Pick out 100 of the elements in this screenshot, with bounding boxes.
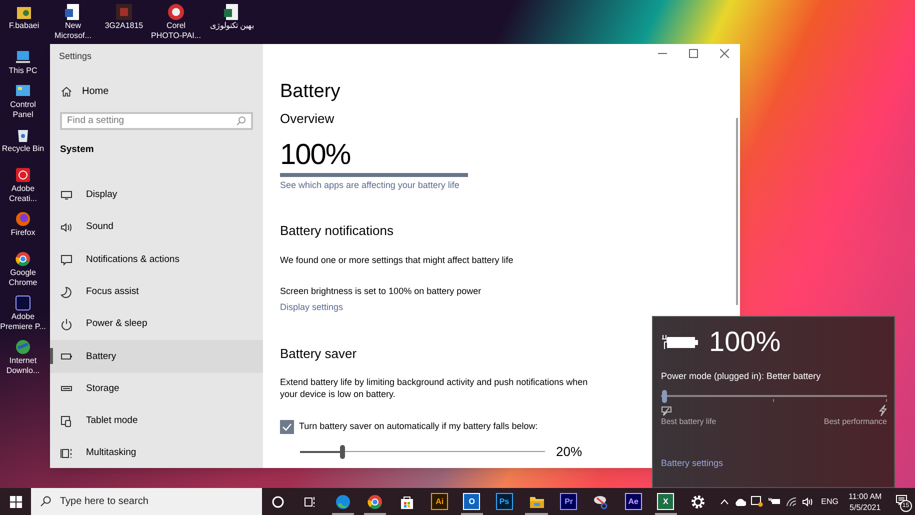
task-view-icon — [303, 494, 318, 508]
search-field[interactable]: Find a setting — [60, 112, 253, 130]
desktop-shortcut[interactable]: Adobe Premiere P... — [0, 294, 46, 332]
maximize-icon — [689, 48, 698, 58]
shopping-bag-icon — [399, 494, 416, 510]
multitasking-icon — [60, 447, 73, 460]
checkbox-label: Turn battery saver on automatically if my battery falls below: — [299, 420, 538, 434]
search-icon — [236, 116, 246, 126]
close-icon — [720, 48, 729, 58]
desktop-shortcut[interactable]: Corel PHOTO-PAI... — [150, 0, 202, 41]
plugged-battery-icon — [661, 332, 699, 352]
notification-text: We found one or more settings that might affect battery life — [280, 254, 514, 267]
section-heading: System — [59, 142, 95, 157]
clock[interactable]: 11:00 AM 5/5/2021 — [848, 490, 882, 512]
desktop-shortcut[interactable]: Internet Downlo... — [0, 338, 46, 376]
moon-icon — [60, 286, 73, 299]
app-tile: Pr — [561, 494, 576, 509]
desktop-shortcut[interactable]: F.babaei — [0, 0, 48, 41]
sidebar-item[interactable]: Tablet mode — [50, 405, 263, 438]
sidebar-item[interactable]: Display — [50, 179, 263, 212]
browser-icon — [367, 494, 384, 510]
application-icon — [14, 294, 32, 312]
monitor-alert-icon — [751, 496, 764, 507]
browser-icon — [334, 494, 351, 510]
desktop-shortcut[interactable]: Recycle Bin — [0, 126, 46, 154]
application-icon — [167, 3, 185, 21]
sidebar-item[interactable]: Multitasking — [50, 437, 263, 470]
message-icon — [896, 494, 907, 504]
link[interactable]: Display settings — [280, 300, 344, 314]
app-tile: Ae — [626, 494, 641, 509]
home-link[interactable]: Home — [50, 84, 263, 98]
plugged-battery-icon — [768, 497, 782, 506]
windows-icon — [10, 496, 22, 508]
description-text: Extend battery life by limiting background activity and push notifications when your device is low on battery. — [280, 376, 589, 400]
desktop-shortcut[interactable]: New Microsof... — [48, 0, 98, 41]
window-title: Settings — [58, 50, 93, 63]
speaker-icon — [60, 220, 73, 234]
section-heading: Battery saver — [280, 346, 357, 362]
section-heading: Overview — [280, 111, 334, 127]
slider-thumb[interactable] — [340, 444, 345, 459]
sidebar-item[interactable]: Battery — [50, 340, 263, 373]
desktop-shortcut[interactable]: This PC — [0, 48, 46, 76]
app-tile: O — [464, 494, 480, 509]
circle-icon — [271, 494, 286, 508]
browser-icon — [14, 210, 32, 228]
message-icon — [60, 253, 73, 266]
slider[interactable] — [300, 444, 545, 459]
desktop-shortcut[interactable]: Google Chrome — [0, 250, 46, 288]
page-heading: Battery — [280, 80, 340, 104]
sidebar-item[interactable]: Power & sleep — [50, 308, 263, 340]
computer-icon — [14, 48, 32, 66]
slider-label: Best battery life — [661, 416, 716, 428]
checkbox[interactable] — [280, 420, 294, 434]
power-mode-label: Power mode (plugged in): Better battery — [661, 370, 821, 383]
app-tile: X — [658, 494, 674, 509]
app-tile: Ps — [496, 494, 512, 509]
speaker-icon — [802, 496, 814, 506]
slider-thumb[interactable] — [662, 390, 667, 402]
taskbar-button[interactable]: Pr — [552, 488, 585, 515]
sidebar-item[interactable]: Storage — [50, 372, 263, 406]
notification-text: Screen brightness is set to 100% on battery power — [280, 285, 482, 298]
power-mode-slider[interactable] — [661, 390, 887, 404]
search-icon — [40, 496, 51, 507]
sidebar-item[interactable]: Focus assist — [50, 276, 263, 308]
slider-value: 20% — [556, 443, 582, 461]
image-icon — [115, 3, 133, 21]
chevron-up-icon — [720, 498, 730, 504]
sidebar-item[interactable]: Sound — [50, 211, 263, 244]
document-icon — [64, 3, 82, 21]
spreadsheet-icon — [223, 3, 241, 21]
minimize-icon — [658, 52, 667, 54]
taskbar-search-field[interactable]: Type here to search — [31, 488, 262, 515]
desktop-shortcut[interactable]: Adobe Creati... — [0, 166, 46, 204]
link[interactable]: Battery settings — [661, 456, 724, 470]
battery-percentage: 100% — [280, 139, 350, 171]
gear-icon — [690, 494, 706, 510]
browser-icon — [14, 250, 32, 268]
slider-label: Best performance — [824, 416, 887, 428]
taskbar-button[interactable]: Ae — [617, 488, 650, 515]
section-heading: Battery notifications — [280, 222, 394, 238]
taskbar-button[interactable]: X — [650, 488, 682, 515]
cloud-icon — [734, 498, 746, 506]
desktop-shortcut[interactable]: بهین تکنولوژی — [202, 0, 262, 41]
power-icon — [60, 318, 73, 331]
taskbar-button[interactable]: Ps — [488, 488, 520, 515]
desktop-shortcut[interactable]: Control Panel — [0, 82, 46, 120]
lightning-icon — [879, 404, 887, 416]
application-icon — [14, 166, 32, 184]
wifi-icon — [786, 496, 798, 506]
taskbar-button[interactable]: O — [456, 488, 488, 515]
app-tile: Ai — [432, 494, 448, 509]
link[interactable]: See which apps are affecting your battery life — [280, 179, 460, 192]
taskbar-button[interactable]: Ai — [423, 488, 456, 515]
tablet-icon — [60, 414, 73, 428]
sidebar-item[interactable]: Notifications & actions — [50, 244, 263, 276]
language-indicator[interactable]: ENG — [821, 496, 838, 508]
home-icon — [61, 86, 72, 96]
desktop-shortcut[interactable]: 3G2A1815 — [98, 0, 150, 41]
desktop-shortcut[interactable]: Firefox — [0, 210, 46, 238]
monitor-icon — [60, 188, 73, 202]
